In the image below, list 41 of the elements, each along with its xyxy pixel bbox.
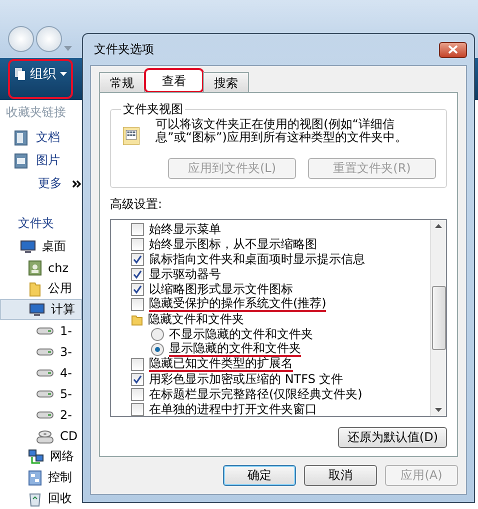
- tree-item[interactable]: 控制: [0, 467, 82, 488]
- tree-item[interactable]: 2-: [0, 404, 82, 425]
- tab[interactable]: 搜索: [203, 72, 249, 92]
- option-label: 在单独的进程中打开文件夹窗口: [149, 403, 317, 416]
- description-text: 可以将该文件夹正在使用的视图(例如“详细信息”或“图标”)应用到所有这种类型的文件夹中。: [156, 118, 408, 146]
- option-label: 始终显示菜单: [149, 223, 221, 236]
- window-title: 文件夹选项: [93, 41, 154, 58]
- section-header: 收藏夹链接: [5, 104, 67, 121]
- group-label: 隐藏文件和文件夹: [148, 313, 244, 326]
- more-link[interactable]: 更多: [38, 175, 62, 192]
- option-label: 在标题栏显示完整路径(仅限经典文件夹): [149, 388, 362, 401]
- tree-item[interactable]: 5-: [0, 383, 82, 404]
- tree-item[interactable]: 1-: [0, 320, 82, 341]
- tree-item[interactable]: CD: [0, 425, 82, 446]
- favorite-link[interactable]: 图片: [36, 152, 60, 169]
- option-label: 显示驱动器号: [149, 268, 221, 281]
- section-header[interactable]: 文件夹: [0, 195, 82, 236]
- tree-item[interactable]: chz: [0, 257, 82, 278]
- tree-item[interactable]: 3-: [0, 341, 82, 362]
- option-label: 始终显示图标，从不显示缩略图: [149, 238, 317, 251]
- tree-item[interactable]: 回收: [0, 488, 82, 509]
- section-label: 高级设置:: [110, 196, 164, 213]
- option-label: 鼠标指向文件夹和桌面项时显示提示信息: [149, 253, 365, 266]
- dialog-button[interactable]: 取消: [304, 465, 377, 486]
- option-label: 以缩略图形式显示文件图标: [149, 283, 293, 296]
- dialog-button[interactable]: 确定: [223, 465, 296, 486]
- group-title: 文件夹视图: [122, 101, 184, 118]
- tree-item[interactable]: 计算: [0, 299, 82, 320]
- tree-item[interactable]: 4-: [0, 362, 82, 383]
- tree-item[interactable]: 公用: [0, 278, 82, 299]
- favorite-link[interactable]: 文档: [36, 129, 60, 146]
- option-label: 用彩色显示加密或压缩的 NTFS 文件: [149, 373, 344, 386]
- option-label: 隐藏受保护的操作系统文件(推荐): [149, 297, 326, 312]
- option-label: 不显示隐藏的文件和文件夹: [169, 328, 313, 341]
- tree-item[interactable]: 桌面: [0, 236, 82, 257]
- tab[interactable]: 查看: [145, 69, 203, 92]
- tree-item[interactable]: 网络: [0, 446, 82, 467]
- option-label: 显示隐藏的文件和文件夹: [169, 342, 301, 357]
- tab[interactable]: 常规: [99, 72, 145, 92]
- restore-defaults-button[interactable]: 还原为默认值(D): [338, 427, 447, 448]
- option-label: 隐藏已知文件类型的扩展名: [149, 357, 293, 372]
